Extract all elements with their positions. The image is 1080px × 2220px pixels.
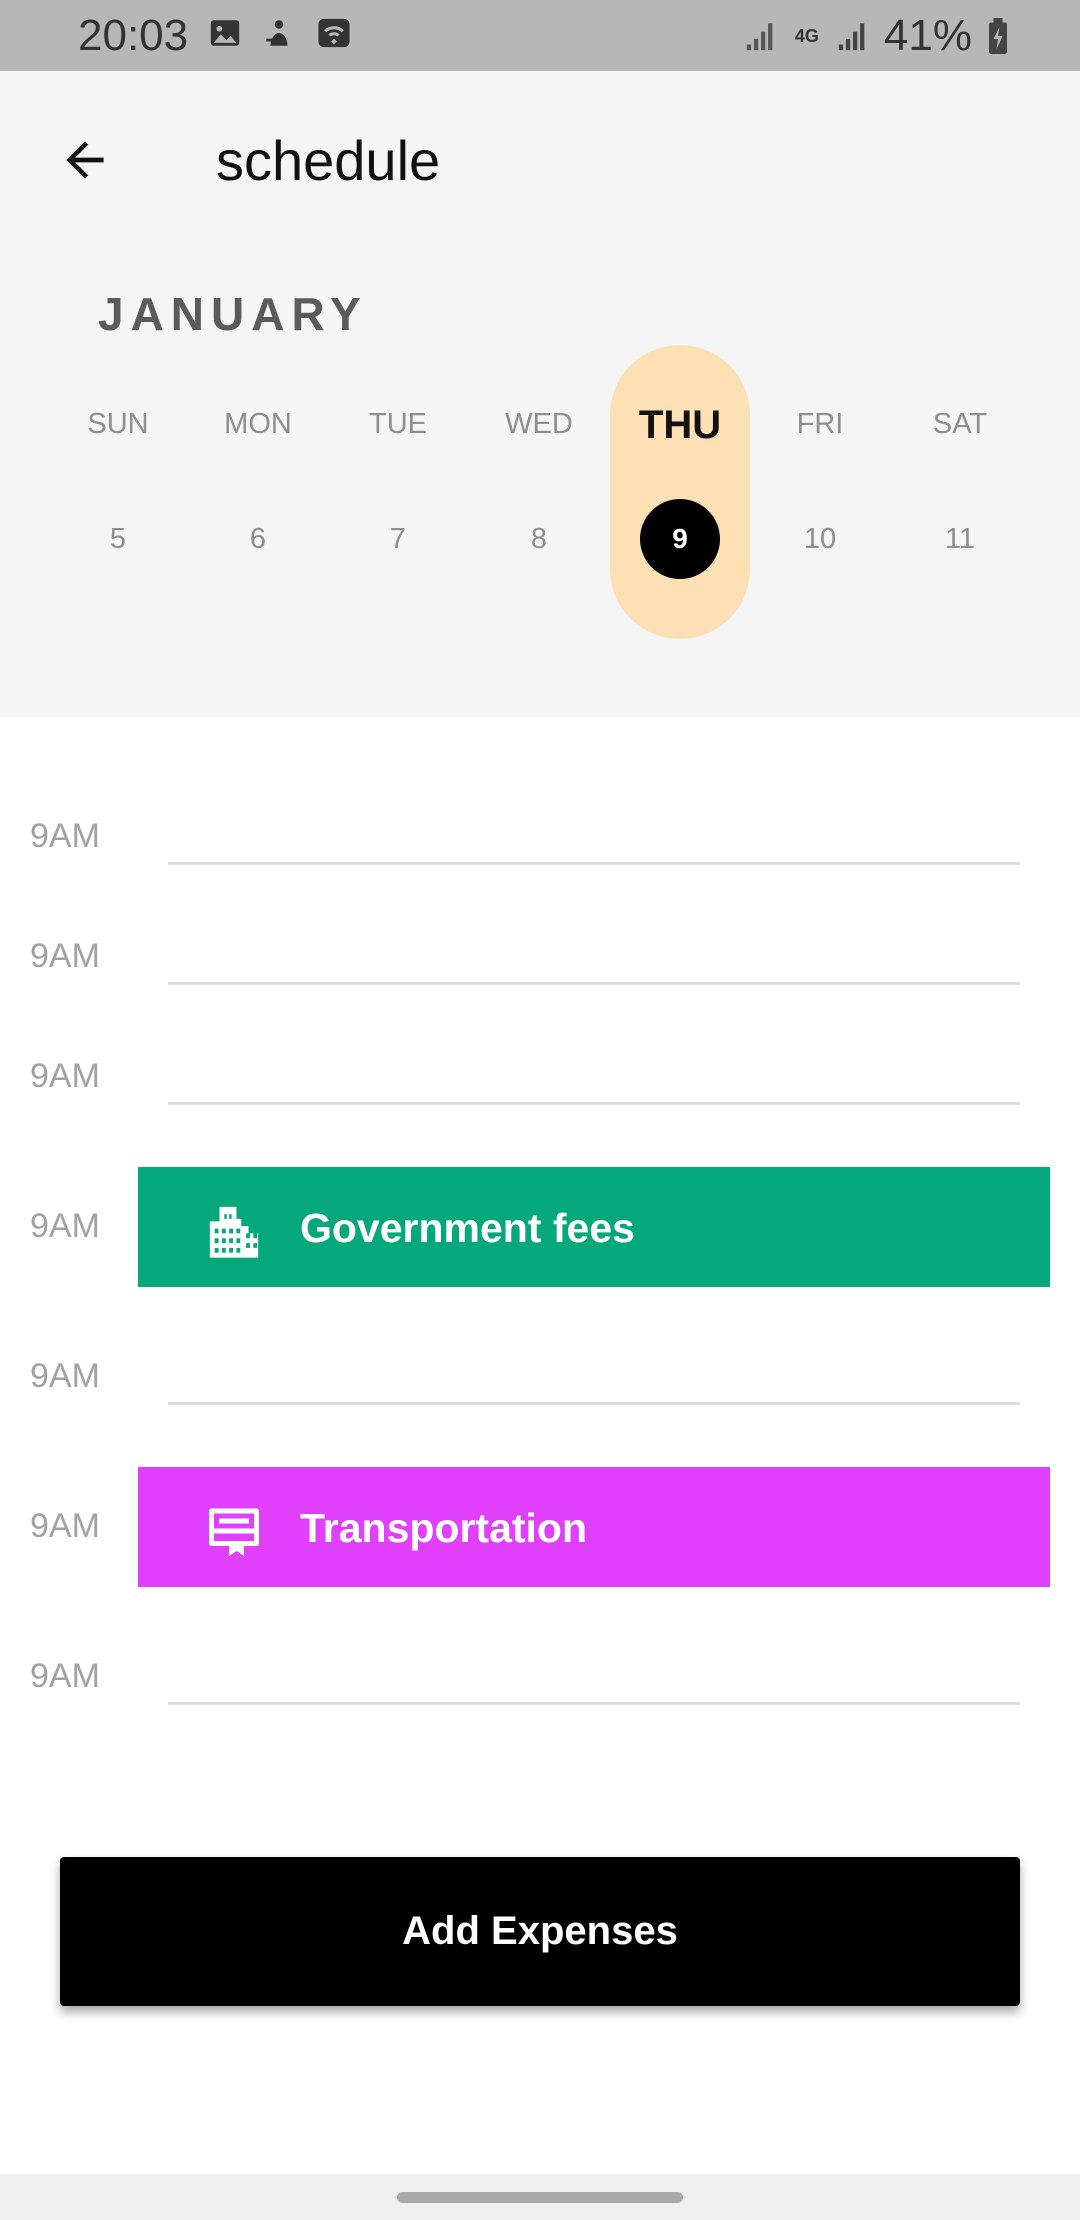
time-label: 9AM bbox=[30, 1657, 100, 1695]
time-slot-line[interactable] bbox=[168, 862, 1020, 865]
gallery-icon bbox=[208, 16, 242, 50]
time-label: 9AM bbox=[30, 1057, 100, 1095]
day-sat[interactable]: SAT 11 bbox=[890, 71, 1030, 555]
day-name: TUE bbox=[369, 408, 427, 440]
day-sun[interactable]: SUN 5 bbox=[48, 71, 188, 555]
day-thu-selected[interactable]: THU 9 bbox=[610, 71, 750, 579]
day-number-selected: 9 bbox=[640, 499, 720, 579]
day-name: WED bbox=[505, 408, 573, 440]
signal-icon-2 bbox=[836, 19, 870, 53]
day-fri[interactable]: FRI 10 bbox=[750, 71, 890, 555]
battery-charging-icon bbox=[986, 18, 1010, 54]
day-number: 8 bbox=[530, 522, 548, 555]
time-label: 9AM bbox=[30, 1507, 100, 1545]
day-name: SUN bbox=[87, 408, 149, 440]
event-transportation[interactable]: Transportation bbox=[138, 1467, 1050, 1587]
day-name: THU bbox=[638, 403, 722, 447]
day-number: 10 bbox=[803, 522, 837, 555]
time-slot-line[interactable] bbox=[168, 1402, 1020, 1405]
calendar-header: schedule JANUARY SUN 5 MON 6 TUE 7 WED 8… bbox=[0, 71, 1080, 717]
day-name: FRI bbox=[796, 408, 844, 440]
time-label: 9AM bbox=[30, 937, 100, 975]
network-type: 4G bbox=[794, 26, 819, 46]
status-bar: 20:03 4G 41% bbox=[0, 0, 1080, 71]
status-time: 20:03 bbox=[78, 11, 189, 60]
add-expenses-button[interactable]: Add Expenses bbox=[60, 1857, 1020, 2006]
day-name: SAT bbox=[932, 408, 988, 440]
time-label: 9AM bbox=[30, 817, 100, 855]
selected-day-highlight bbox=[610, 345, 750, 639]
event-title: Government fees bbox=[300, 1205, 635, 1251]
navigation-bar bbox=[0, 2174, 1080, 2220]
day-number: 7 bbox=[389, 522, 407, 555]
building-icon bbox=[204, 1201, 264, 1261]
day-number: 11 bbox=[944, 522, 976, 555]
time-label: 9AM bbox=[30, 1207, 100, 1245]
day-number: 5 bbox=[109, 522, 127, 555]
day-name: MON bbox=[224, 408, 292, 440]
battery-percent: 41% bbox=[883, 11, 972, 60]
signal-icon bbox=[744, 19, 778, 53]
time-slot-line[interactable] bbox=[168, 1702, 1020, 1705]
system-icons: 4G 41% bbox=[744, 14, 1010, 58]
day-mon[interactable]: MON 6 bbox=[188, 71, 328, 555]
time-label: 9AM bbox=[30, 1357, 100, 1395]
time-slot-line[interactable] bbox=[168, 982, 1020, 985]
sync-icon bbox=[262, 16, 296, 50]
notification-icons bbox=[208, 16, 352, 50]
day-tue[interactable]: TUE 7 bbox=[328, 71, 468, 555]
day-number: 6 bbox=[249, 522, 267, 555]
event-government-fees[interactable]: Government fees bbox=[138, 1167, 1050, 1287]
wifi-icon bbox=[316, 16, 352, 50]
home-indicator[interactable] bbox=[397, 2192, 683, 2203]
time-slot-line[interactable] bbox=[168, 1102, 1020, 1105]
event-title: Transportation bbox=[300, 1505, 588, 1551]
card-icon bbox=[204, 1501, 264, 1561]
day-wed[interactable]: WED 8 bbox=[469, 71, 609, 555]
